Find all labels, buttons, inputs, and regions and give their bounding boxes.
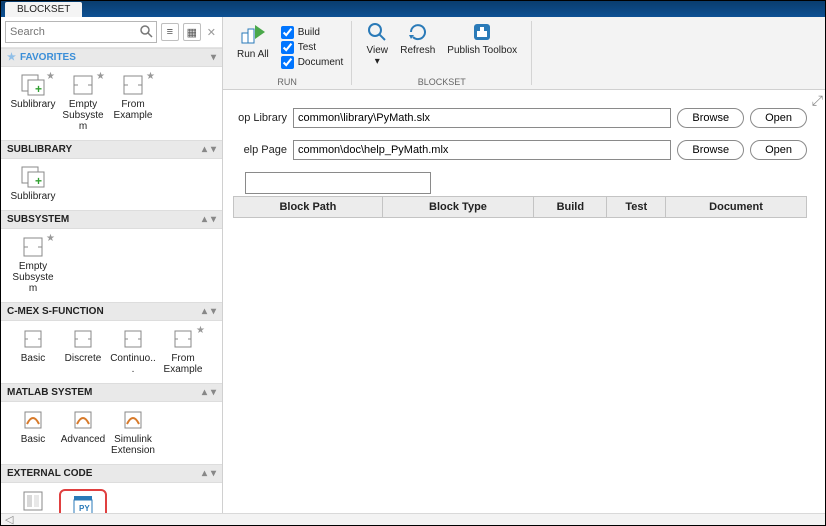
section-cmex[interactable]: C-MEX S-FUNCTION▴▾ [1, 302, 222, 321]
browse-help-page[interactable]: Browse [677, 140, 744, 160]
star-icon: ★ [7, 52, 16, 63]
search-row: ≡ ▦ ✕ [1, 17, 222, 48]
grid-view-button[interactable]: ▦ [183, 23, 201, 41]
cmex-continuous[interactable]: Continuo... [109, 327, 157, 375]
star-icon: ★ [196, 325, 205, 336]
section-matlab-system[interactable]: MATLAB SYSTEM▴▾ [1, 383, 222, 402]
view-button[interactable]: View▾ [360, 19, 394, 76]
col-document[interactable]: Document [666, 197, 807, 218]
top-library-row: op Library Browse Open [223, 108, 807, 128]
ml-basic[interactable]: Basic [9, 408, 57, 456]
sfunction-builder[interactable]: S-Function Builder [9, 489, 57, 513]
blocks-table: Block Path Block Type Build Test Documen… [233, 196, 807, 218]
star-icon: ★ [146, 71, 155, 82]
star-icon: ★ [46, 233, 55, 244]
ribbon-label-blockset: BLOCKSET [360, 76, 523, 89]
chevron-down-icon[interactable]: ▾ [211, 52, 216, 63]
col-block-type[interactable]: Block Type [382, 197, 533, 218]
list-view-button[interactable]: ≡ [161, 23, 179, 41]
cmex-discrete[interactable]: Discrete [59, 327, 107, 375]
ml-advanced[interactable]: Advanced [59, 408, 107, 456]
status-bar: ◁ [1, 513, 825, 525]
main-panel: ⤢ op Library Browse Open elp Page Browse… [223, 90, 825, 513]
ribbon-group-blockset: View▾ Refresh Publish Toolbox BLOCKSET [352, 17, 531, 89]
help-page-label: elp Page [223, 144, 287, 156]
title-bar: BLOCKSET [1, 1, 825, 17]
open-help-page[interactable]: Open [750, 140, 807, 160]
col-test[interactable]: Test [607, 197, 666, 218]
star-icon: ★ [46, 71, 55, 82]
fav-empty-subsystem[interactable]: ★ Empty Subsystem [59, 73, 107, 132]
svg-text:+: + [35, 174, 42, 188]
fav-sublibrary[interactable]: ★ + Sublibrary [9, 73, 57, 132]
search-input-wrap [5, 21, 157, 43]
fav-from-example[interactable]: ★ From Example [109, 73, 157, 132]
python-importer[interactable]: PY Python Importer [59, 489, 107, 513]
cmex-from-example[interactable]: ★ From Example [159, 327, 207, 375]
browse-top-library[interactable]: Browse [677, 108, 744, 128]
gallery-panel: ≡ ▦ ✕ ★ FAVORITES▾ ★ + Sublibrary ★ Empt… [1, 17, 223, 513]
document-checkbox[interactable]: Document [281, 56, 344, 69]
top-library-label: op Library [223, 112, 287, 124]
star-icon: ★ [96, 71, 105, 82]
svg-text:PY: PY [79, 504, 90, 513]
ribbon-tab-blockset[interactable]: BLOCKSET [5, 2, 82, 17]
search-icon [139, 24, 153, 38]
back-icon[interactable]: ◁ [5, 513, 13, 526]
run-all-button[interactable]: Run All [231, 19, 275, 76]
help-page-row: elp Page Browse Open [223, 140, 807, 160]
search-input[interactable] [5, 21, 157, 43]
svg-text:+: + [35, 82, 42, 96]
expand-icon[interactable]: ⤢ [812, 92, 823, 109]
close-gallery-button[interactable]: ✕ [205, 26, 218, 39]
refresh-button[interactable]: Refresh [394, 19, 441, 76]
cmex-basic[interactable]: Basic [9, 327, 57, 375]
top-library-input[interactable] [293, 108, 671, 128]
filter-box [245, 172, 807, 194]
section-sublibrary[interactable]: SUBLIBRARY▴▾ [1, 140, 222, 159]
ml-simulink-extension[interactable]: Simulink Extension [109, 408, 157, 456]
filter-input[interactable] [245, 172, 431, 194]
build-checkbox[interactable]: Build [281, 26, 344, 39]
col-block-path[interactable]: Block Path [234, 197, 383, 218]
empty-subsystem-item[interactable]: ★ Empty Subsystem [9, 235, 57, 294]
section-external-code[interactable]: EXTERNAL CODE▴▾ [1, 464, 222, 483]
ribbon-label-run: RUN [231, 76, 343, 89]
test-checkbox[interactable]: Test [281, 41, 344, 54]
help-page-input[interactable] [293, 140, 671, 160]
col-build[interactable]: Build [534, 197, 607, 218]
open-top-library[interactable]: Open [750, 108, 807, 128]
ribbon-group-run: Run All Build Test Document RUN [223, 17, 351, 89]
section-favorites[interactable]: ★ FAVORITES▾ [1, 48, 222, 67]
section-subsystem[interactable]: SUBSYSTEM▴▾ [1, 210, 222, 229]
ribbon: Run All Build Test Document RUN View▾ R [223, 17, 825, 89]
sublibrary-item[interactable]: + Sublibrary [9, 165, 57, 202]
publish-toolbox-button[interactable]: Publish Toolbox [441, 19, 523, 76]
